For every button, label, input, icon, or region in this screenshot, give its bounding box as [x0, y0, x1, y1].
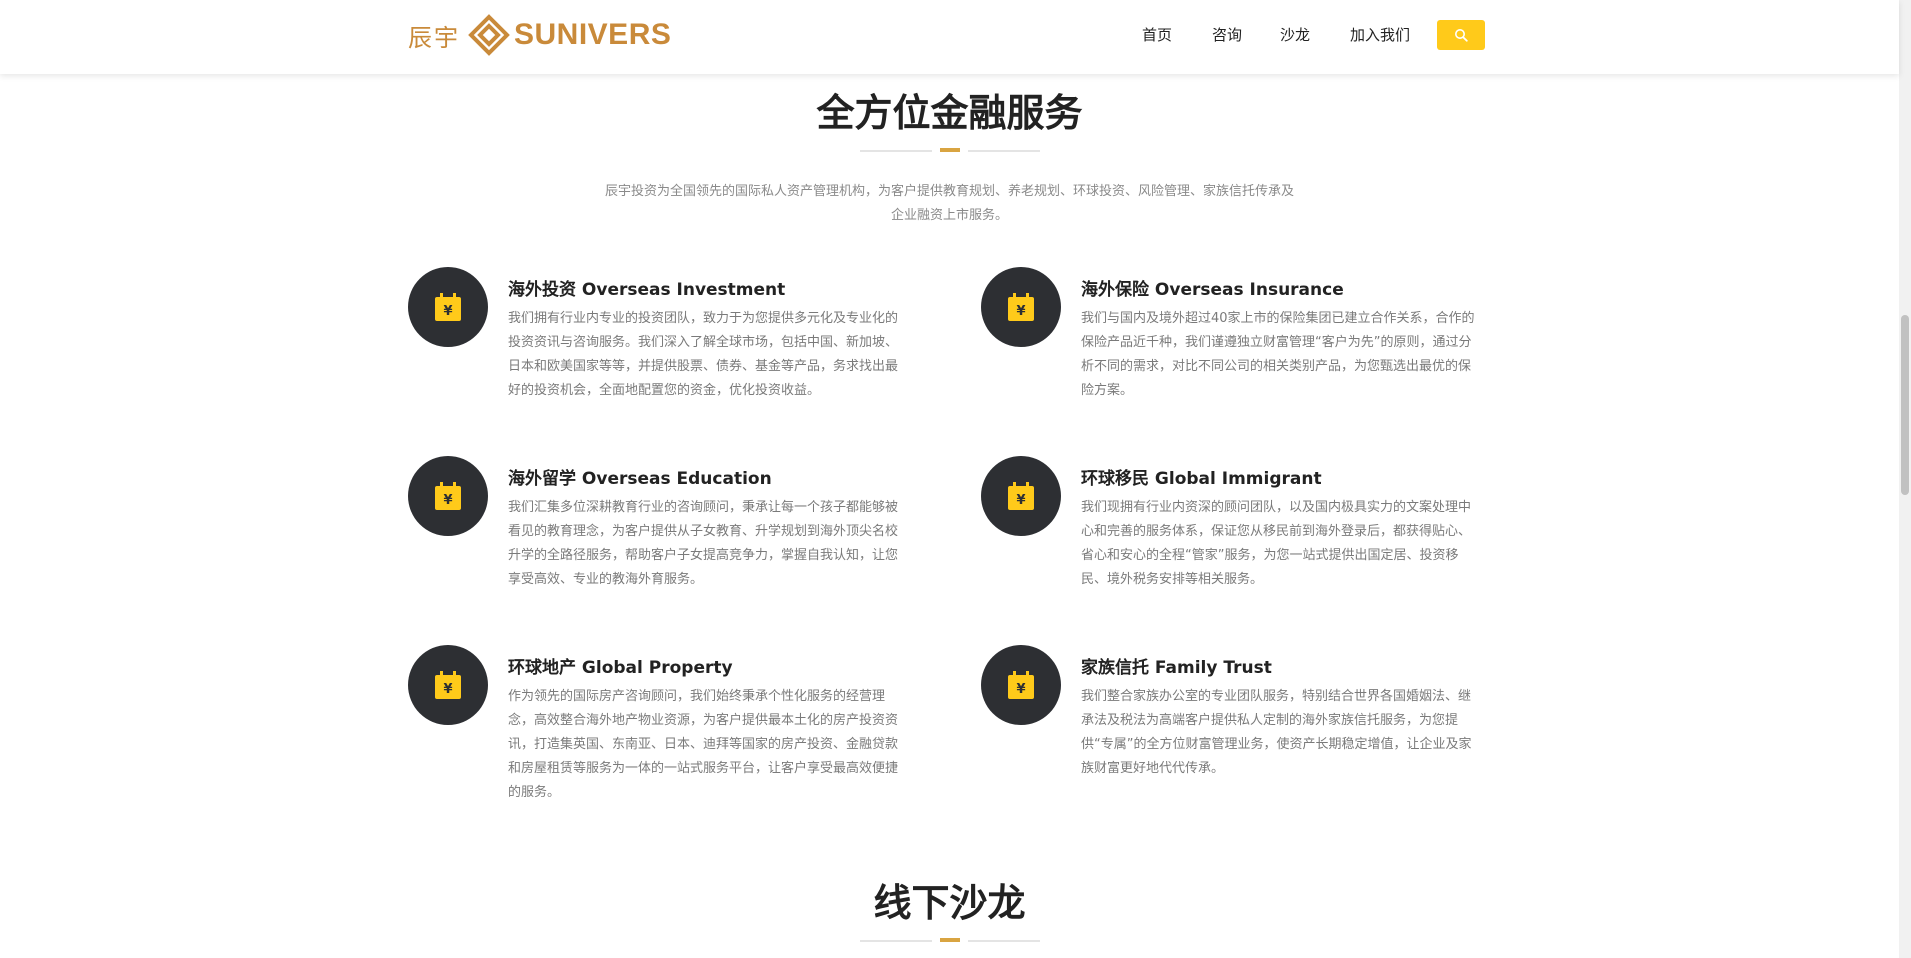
svg-text:¥: ¥ — [1016, 682, 1025, 697]
nav-home[interactable]: 首页 — [1142, 24, 1172, 45]
service-title: 家族信托 Family Trust — [1081, 658, 1272, 678]
services-title-divider — [860, 148, 1040, 154]
yen-bag-icon: ¥ — [1008, 293, 1034, 321]
site-header: 辰宇 SUNIVERS 首页 咨询 沙龙 加入我们 — [0, 0, 1899, 74]
site-logo[interactable]: 辰宇 SUNIVERS — [408, 14, 671, 56]
svg-text:¥: ¥ — [443, 304, 452, 319]
svg-text:¥: ¥ — [1016, 304, 1025, 319]
service-description: 我们汇集多位深耕教育行业的咨询顾问，秉承让每一个孩子都能够被看见的教育理念，为客… — [508, 500, 899, 587]
service-description: 我们与国内及境外超过40家上市的保险集团已建立合作关系，合作的保险产品近千种，我… — [1081, 311, 1475, 398]
service-description: 我们拥有行业内专业的投资团队，致力于为您提供多元化及专业化的投资资讯与咨询服务。… — [508, 311, 899, 398]
salon-title-divider — [860, 938, 1040, 944]
yen-bag-icon: ¥ — [435, 671, 461, 699]
logo-cn-text: 辰宇 — [408, 23, 460, 52]
nav-join-us[interactable]: 加入我们 — [1350, 24, 1410, 45]
nav-salon[interactable]: 沙龙 — [1280, 24, 1310, 45]
service-icon-circle: ¥ — [408, 645, 488, 725]
salon-section-title: 线下沙龙 — [873, 881, 1026, 925]
svg-text:¥: ¥ — [1016, 493, 1025, 508]
yen-bag-icon: ¥ — [435, 293, 461, 321]
scrollbar-thumb[interactable] — [1901, 315, 1909, 495]
yen-bag-icon: ¥ — [1008, 671, 1034, 699]
service-description: 作为领先的国际房产咨询顾问，我们始终秉承个性化服务的经营理念，高效整合海外地产物… — [508, 689, 899, 800]
search-icon — [1455, 29, 1468, 42]
service-icon-circle: ¥ — [408, 267, 488, 347]
page-scrollbar[interactable] — [1899, 0, 1911, 958]
service-title: 环球地产 Global Property — [508, 658, 733, 678]
service-description: 我们现拥有行业内资深的顾问团队，以及国内极具实力的文案处理中心和完善的服务体系，… — [1081, 500, 1472, 587]
search-button[interactable] — [1437, 20, 1485, 50]
service-icon-circle: ¥ — [981, 645, 1061, 725]
logo-diamond-icon — [468, 14, 510, 56]
svg-text:¥: ¥ — [443, 493, 452, 508]
nav-consult[interactable]: 咨询 — [1212, 24, 1242, 45]
yen-bag-icon: ¥ — [1008, 482, 1034, 510]
service-title: 海外留学 Overseas Education — [508, 469, 772, 489]
service-description: 我们整合家族办公室的专业团队服务，特别结合世界各国婚姻法、继承法及税法为高端客户… — [1081, 689, 1472, 776]
svg-text:¥: ¥ — [443, 682, 452, 697]
services-section-title: 全方位金融服务 — [816, 91, 1083, 135]
service-title: 海外投资 Overseas Investment — [508, 280, 786, 300]
yen-bag-icon: ¥ — [435, 482, 461, 510]
service-title: 环球移民 Global Immigrant — [1081, 469, 1322, 489]
service-icon-circle: ¥ — [981, 267, 1061, 347]
service-icon-circle: ¥ — [981, 456, 1061, 536]
logo-en-text: SUNIVERS — [514, 18, 672, 51]
service-icon-circle: ¥ — [408, 456, 488, 536]
services-intro: 辰宇投资为全国领先的国际私人资产管理机构，为客户提供教育规划、养老规划、环球投资… — [604, 184, 1294, 223]
service-title: 海外保险 Overseas Insurance — [1081, 280, 1344, 300]
main-nav: 首页 咨询 沙龙 加入我们 — [1142, 24, 1450, 45]
